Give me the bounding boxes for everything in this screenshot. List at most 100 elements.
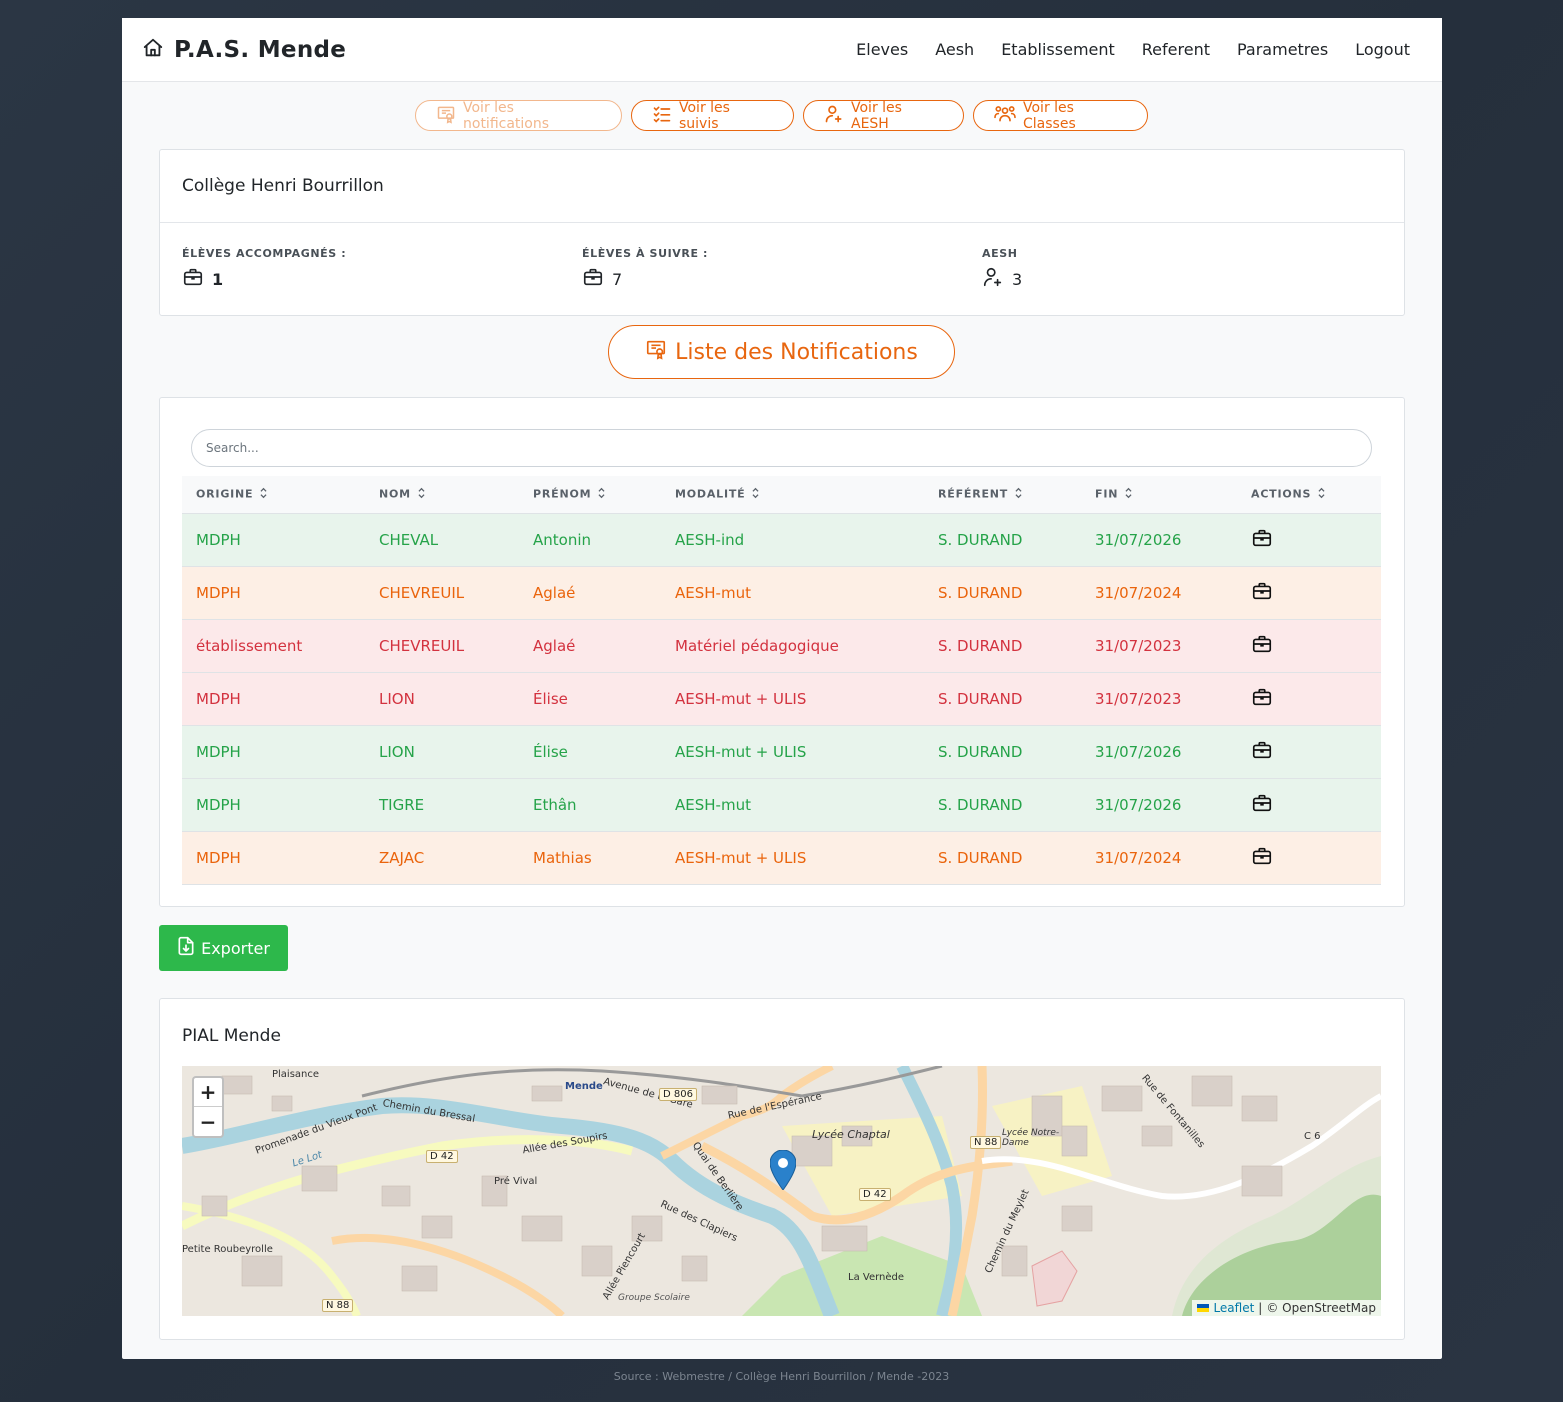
briefcase-icon[interactable] bbox=[1251, 686, 1273, 712]
attribution-separator: | bbox=[1258, 1301, 1263, 1315]
cell-prenom: Élise bbox=[533, 689, 568, 708]
road-badge: D 806 bbox=[659, 1088, 697, 1101]
cell-actions bbox=[1237, 778, 1381, 831]
column-header-prenom[interactable]: PRÉNOM bbox=[519, 476, 661, 513]
sort-icon bbox=[597, 487, 606, 502]
map-label: La Vernède bbox=[848, 1272, 905, 1283]
cell-origine: établissement bbox=[196, 636, 303, 655]
road-badge: D 42 bbox=[859, 1188, 891, 1201]
column-header-fin[interactable]: FIN bbox=[1081, 476, 1237, 513]
column-header-label: FIN bbox=[1095, 487, 1119, 501]
cell-actions bbox=[1237, 672, 1381, 725]
map-card: PIAL Mende Plaisance Mende Lycée Chaptal… bbox=[159, 998, 1405, 1340]
table-row[interactable]: MDPH CHEVAL Antonin AESH-ind S. DURAND 31/07/… bbox=[182, 513, 1381, 566]
table-row[interactable]: MDPH CHEVREUIL Aglaé AESH-mut S. DURAND 31/07… bbox=[182, 566, 1381, 619]
leaflet-link[interactable]: Leaflet bbox=[1213, 1301, 1254, 1315]
table-row[interactable]: MDPH LION Élise AESH-mut + ULIS S. DURAND 31/… bbox=[182, 725, 1381, 778]
view-notifications-button[interactable]: Voir les notifications bbox=[415, 100, 622, 132]
briefcase-icon[interactable] bbox=[1251, 580, 1273, 606]
stat-value: 7 bbox=[612, 269, 623, 289]
map-label: Groupe Scolaire bbox=[618, 1293, 690, 1303]
table-row[interactable]: MDPH TIGRE Ethân AESH-mut S. DURAND 31/07/202… bbox=[182, 778, 1381, 831]
home-icon bbox=[142, 37, 164, 63]
nav-link-eleves[interactable]: Eleves bbox=[856, 40, 908, 59]
cell-referent: S. DURAND bbox=[938, 848, 1023, 867]
cell-fin: 31/07/2026 bbox=[1095, 795, 1182, 814]
cell-prenom: Antonin bbox=[533, 530, 592, 549]
nav-link-referent[interactable]: Referent bbox=[1142, 40, 1210, 59]
cell-fin: 31/07/2023 bbox=[1095, 636, 1182, 655]
map-marker-icon[interactable] bbox=[769, 1149, 797, 1194]
cell-origine: MDPH bbox=[196, 530, 241, 549]
briefcase-icon[interactable] bbox=[1251, 633, 1273, 659]
stat-value-row: 7 bbox=[582, 266, 982, 292]
user-plus-icon bbox=[982, 266, 1004, 292]
cell-fin: 31/07/2026 bbox=[1095, 742, 1182, 761]
brand[interactable]: P.A.S. Mende bbox=[142, 37, 346, 63]
cell-fin: 31/07/2026 bbox=[1095, 530, 1182, 549]
app-window: P.A.S. Mende Eleves Aesh Etablissement R… bbox=[122, 18, 1442, 1359]
map-label: Petite Roubeyrolle bbox=[182, 1244, 273, 1255]
briefcase-icon[interactable] bbox=[1251, 792, 1273, 818]
cell-actions bbox=[1237, 725, 1381, 778]
cell-modalite: AESH-ind bbox=[675, 530, 745, 549]
cell-actions bbox=[1237, 619, 1381, 672]
view-aesh-button[interactable]: Voir les AESH bbox=[803, 100, 964, 132]
sort-icon bbox=[417, 487, 426, 502]
notifications-table: ORIGINE NOM PRÉNOM MODALITÉ RÉFÉRENT FIN… bbox=[182, 476, 1381, 885]
map-view[interactable]: Plaisance Mende Lycée Chaptal Lycée Notr… bbox=[182, 1066, 1381, 1316]
table-row[interactable]: MDPH ZAJAC Mathias AESH-mut + ULIS S. DURAND… bbox=[182, 831, 1381, 884]
cell-fin: 31/07/2023 bbox=[1095, 689, 1182, 708]
map-attribution: Leaflet | © OpenStreetMap bbox=[1192, 1300, 1381, 1316]
school-name: Collège Henri Bourrillon bbox=[160, 150, 1404, 223]
footer: Source : Webmestre / Collège Henri Bourr… bbox=[613, 1370, 950, 1383]
road-badge: N 88 bbox=[970, 1136, 1002, 1149]
sort-icon bbox=[259, 487, 268, 502]
notifications-list-button[interactable]: Liste des Notifications bbox=[608, 325, 955, 379]
view-suivis-button[interactable]: Voir les suivis bbox=[631, 100, 794, 132]
column-header-origine[interactable]: ORIGINE bbox=[182, 476, 365, 513]
stat-value-row: 1 bbox=[182, 266, 582, 292]
briefcase-icon[interactable] bbox=[1251, 739, 1273, 765]
school-stats: ÉLÈVES ACCOMPAGNÉS : 1 ÉLÈVES À SUIVRE :… bbox=[160, 223, 1404, 292]
sort-icon bbox=[1124, 487, 1133, 502]
cell-nom: ZAJAC bbox=[379, 848, 425, 867]
view-classes-label: Voir les Classes bbox=[1023, 99, 1076, 132]
table-row[interactable]: établissement CHEVREUIL Aglaé Matériel péda… bbox=[182, 619, 1381, 672]
checklist-icon bbox=[652, 104, 672, 128]
search-input[interactable] bbox=[191, 429, 1372, 467]
stat-aesh: AESH 3 bbox=[982, 247, 1382, 292]
zoom-control: + − bbox=[192, 1076, 224, 1138]
cell-nom: LION bbox=[379, 689, 415, 708]
cell-actions bbox=[1237, 831, 1381, 884]
cell-actions bbox=[1237, 513, 1381, 566]
export-button[interactable]: Exporter bbox=[159, 925, 288, 971]
nav-links: Eleves Aesh Etablissement Referent Param… bbox=[856, 40, 1410, 59]
cell-prenom: Ethân bbox=[533, 795, 577, 814]
briefcase-icon[interactable] bbox=[1251, 845, 1273, 871]
cell-fin: 31/07/2024 bbox=[1095, 848, 1182, 867]
nav-link-parametres[interactable]: Parametres bbox=[1237, 40, 1328, 59]
brand-title: P.A.S. Mende bbox=[174, 36, 347, 63]
osm-attribution[interactable]: © OpenStreetMap bbox=[1266, 1301, 1376, 1315]
zoom-out-button[interactable]: − bbox=[194, 1107, 222, 1136]
cell-origine: MDPH bbox=[196, 689, 241, 708]
nav-link-etablissement[interactable]: Etablissement bbox=[1001, 40, 1115, 59]
column-header-nom[interactable]: NOM bbox=[365, 476, 519, 513]
view-classes-button[interactable]: Voir les Classes bbox=[973, 99, 1148, 132]
cell-referent: S. DURAND bbox=[938, 583, 1023, 602]
column-header-actions[interactable]: ACTIONS bbox=[1237, 476, 1381, 513]
nav-link-logout[interactable]: Logout bbox=[1355, 40, 1410, 59]
briefcase-icon[interactable] bbox=[1251, 527, 1273, 553]
column-header-referent[interactable]: RÉFÉRENT bbox=[924, 476, 1081, 513]
column-header-modalite[interactable]: MODALITÉ bbox=[661, 476, 924, 513]
zoom-in-button[interactable]: + bbox=[194, 1078, 222, 1107]
road-badge: D 42 bbox=[426, 1150, 458, 1163]
table-header-row: ORIGINE NOM PRÉNOM MODALITÉ RÉFÉRENT FIN… bbox=[182, 476, 1381, 513]
nav-link-aesh[interactable]: Aesh bbox=[935, 40, 974, 59]
user-plus-icon bbox=[824, 104, 844, 128]
map-label: Mende bbox=[565, 1081, 603, 1092]
file-download-icon bbox=[177, 936, 195, 960]
table-row[interactable]: MDPH LION Élise AESH-mut + ULIS S. DURAND 31/… bbox=[182, 672, 1381, 725]
cell-origine: MDPH bbox=[196, 795, 241, 814]
